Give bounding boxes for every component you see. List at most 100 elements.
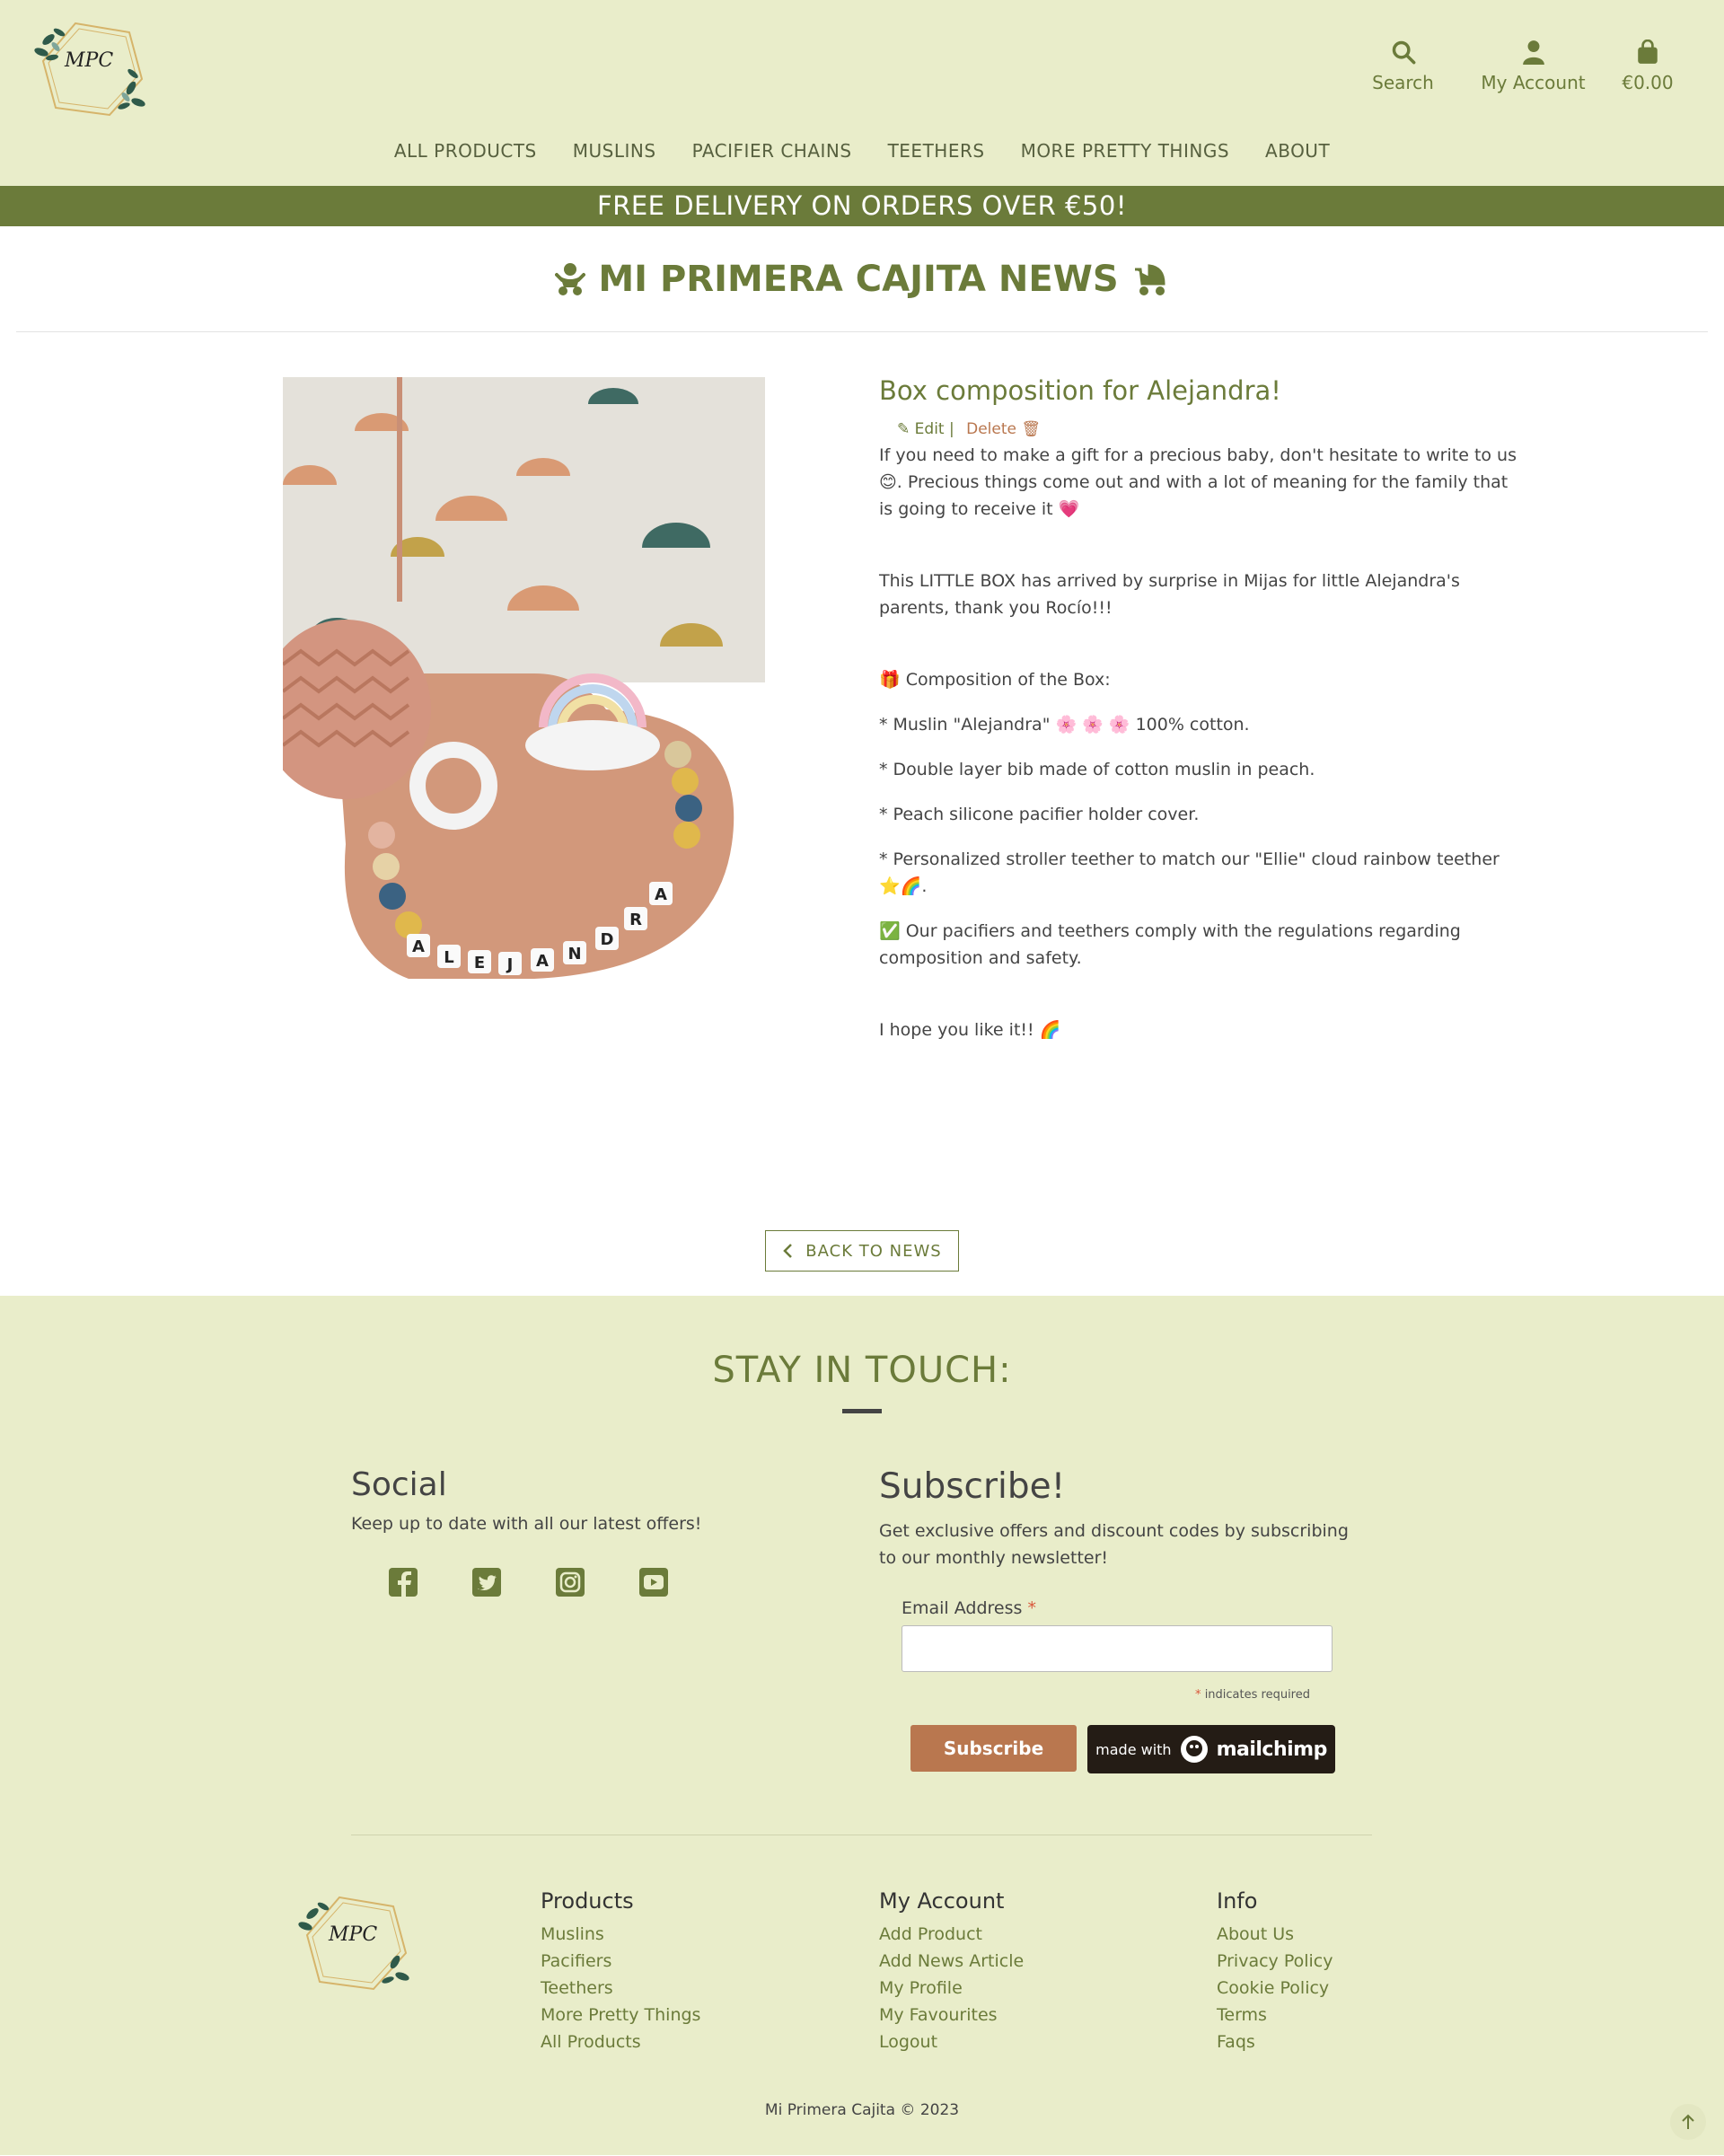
article-paragraph: * Personalized stroller teether to match… bbox=[879, 849, 1500, 896]
footer-link-add-news-article[interactable]: Add News Article bbox=[879, 1948, 1024, 1975]
cart-total: €0.00 bbox=[1622, 72, 1674, 93]
stay-in-touch-heading: STAY IN TOUCH: bbox=[712, 1350, 1012, 1391]
article-content: Box composition for Alejandra! ✎ Edit | … bbox=[879, 375, 1526, 1061]
subscribe-text: Get exclusive offers and discount codes … bbox=[879, 1521, 1349, 1568]
required-note-text: indicates required bbox=[1204, 1688, 1310, 1702]
baby-icon bbox=[555, 262, 586, 295]
nav-pacifier-chains[interactable]: PACIFIER CHAINS bbox=[692, 140, 852, 162]
footer-link-teethers[interactable]: Teethers bbox=[541, 1975, 700, 2002]
facebook-icon[interactable] bbox=[387, 1566, 419, 1598]
subscribe-title: Subscribe! bbox=[879, 1466, 1066, 1507]
required-star: * bbox=[1027, 1598, 1036, 1618]
site-header: MPC Search My Account €0.00 ALL PRODUCTS… bbox=[0, 0, 1724, 186]
footer-link-my-profile[interactable]: My Profile bbox=[879, 1975, 1024, 2002]
svg-text:L: L bbox=[444, 948, 453, 967]
delete-label: Delete bbox=[966, 420, 1016, 438]
article-paragraph: * Double layer bib made of cotton muslin… bbox=[879, 760, 1315, 779]
chevron-left-icon bbox=[783, 1244, 793, 1258]
back-to-news-label: BACK TO NEWS bbox=[805, 1241, 942, 1261]
account-button[interactable]: My Account bbox=[1468, 36, 1598, 93]
copyright: Mi Primera Cajita © 2023 bbox=[764, 2101, 960, 2119]
svg-text:J: J bbox=[506, 955, 514, 974]
email-label: Email Address * bbox=[902, 1598, 1355, 1618]
svg-text:R: R bbox=[629, 911, 642, 929]
heading-divider bbox=[842, 1409, 882, 1413]
youtube-icon[interactable] bbox=[638, 1566, 670, 1598]
footer-col-title: Products bbox=[541, 1888, 634, 1914]
mailchimp-brand: mailchimp bbox=[1216, 1738, 1328, 1761]
back-to-news-button[interactable]: BACK TO NEWS bbox=[765, 1230, 959, 1272]
arrow-up-icon bbox=[1682, 2114, 1694, 2129]
edit-link[interactable]: ✎ Edit | bbox=[897, 420, 954, 438]
account-label: My Account bbox=[1481, 72, 1586, 93]
article-admin-actions: ✎ Edit | Delete 🗑 bbox=[897, 420, 1526, 438]
nav-muslins[interactable]: MUSLINS bbox=[573, 140, 656, 162]
required-note-star: * bbox=[1195, 1688, 1201, 1702]
footer-link-my-favourites[interactable]: My Favourites bbox=[879, 2002, 1024, 2028]
footer-col-info: Info About Us Privacy Policy Cookie Poli… bbox=[1217, 1888, 1333, 2055]
email-field[interactable] bbox=[902, 1625, 1333, 1672]
main-nav: ALL PRODUCTS MUSLINS PACIFIER CHAINS TEE… bbox=[0, 140, 1724, 162]
mailchimp-logo-icon bbox=[1180, 1736, 1208, 1763]
nav-all-products[interactable]: ALL PRODUCTS bbox=[394, 140, 537, 162]
twitter-icon[interactable] bbox=[471, 1566, 503, 1598]
social-title: Social bbox=[351, 1466, 447, 1503]
nav-more-pretty-things[interactable]: MORE PRETTY THINGS bbox=[1021, 140, 1229, 162]
article-paragraph: If you need to make a gift for a preciou… bbox=[879, 445, 1517, 519]
article-paragraph: * Peach silicone pacifier holder cover. bbox=[879, 805, 1200, 824]
footer-link-muslins[interactable]: Muslins bbox=[541, 1921, 700, 1948]
footer-link-logout[interactable]: Logout bbox=[879, 2028, 1024, 2055]
shopping-bag-icon bbox=[1638, 40, 1658, 64]
footer-link-about-us[interactable]: About Us bbox=[1217, 1921, 1333, 1948]
footer-link-pacifiers[interactable]: Pacifiers bbox=[541, 1948, 700, 1975]
mailchimp-badge[interactable]: made with mailchimp bbox=[1087, 1725, 1335, 1773]
footer-col-products: Products Muslins Pacifiers Teethers More… bbox=[541, 1888, 700, 2055]
site-logo[interactable]: MPC bbox=[32, 16, 149, 124]
footer-link-more-pretty-things[interactable]: More Pretty Things bbox=[541, 2002, 700, 2028]
scroll-to-top-button[interactable] bbox=[1670, 2104, 1706, 2140]
header-actions: Search My Account €0.00 bbox=[1338, 36, 1697, 93]
nav-about[interactable]: ABOUT bbox=[1265, 140, 1330, 162]
footer-link-privacy-policy[interactable]: Privacy Policy bbox=[1217, 1948, 1333, 1975]
subscribe-actions: Subscribe made with mailchimp bbox=[910, 1725, 1355, 1773]
edit-label: Edit | bbox=[914, 420, 954, 438]
article-paragraph: ✅ Our pacifiers and teethers comply with… bbox=[879, 921, 1461, 968]
delete-link[interactable]: Delete 🗑 bbox=[966, 420, 1041, 438]
nav-teethers[interactable]: TEETHERS bbox=[888, 140, 985, 162]
svg-text:E: E bbox=[474, 954, 485, 972]
article-paragraph: I hope you like it!! 🌈 bbox=[879, 1020, 1061, 1040]
search-label: Search bbox=[1372, 72, 1434, 93]
search-button[interactable]: Search bbox=[1338, 36, 1468, 93]
svg-text:MPC: MPC bbox=[64, 49, 113, 72]
social-text: Keep up to date with all our latest offe… bbox=[351, 1514, 702, 1534]
footer-logo[interactable]: MPC bbox=[296, 1890, 413, 1998]
footer-link-all-products[interactable]: All Products bbox=[541, 2028, 700, 2055]
article-paragraph: This LITTLE BOX has arrived by surprise … bbox=[879, 571, 1460, 618]
mailchimp-prefix: made with bbox=[1095, 1740, 1172, 1758]
subscribe-section: Subscribe! Get exclusive offers and disc… bbox=[879, 1466, 1355, 1773]
article-body: If you need to make a gift for a preciou… bbox=[879, 442, 1526, 1043]
subscribe-button[interactable]: Subscribe bbox=[910, 1725, 1077, 1772]
page-title-bar: MI PRIMERA CAJITA NEWS bbox=[16, 226, 1708, 332]
site-footer: STAY IN TOUCH: Social Keep up to date wi… bbox=[0, 1296, 1724, 2155]
news-article: A L E J A N D R A Box composition for Al… bbox=[0, 332, 1724, 1296]
svg-text:N: N bbox=[567, 945, 581, 964]
footer-link-cookie-policy[interactable]: Cookie Policy bbox=[1217, 1975, 1333, 2002]
footer-link-add-product[interactable]: Add Product bbox=[879, 1921, 1024, 1948]
footer-link-terms[interactable]: Terms bbox=[1217, 2002, 1333, 2028]
footer-col-title: Info bbox=[1217, 1888, 1258, 1914]
svg-text:A: A bbox=[655, 885, 667, 904]
footer-link-faqs[interactable]: Faqs bbox=[1217, 2028, 1333, 2055]
footer-col-title: My Account bbox=[879, 1888, 1005, 1914]
svg-text:D: D bbox=[601, 930, 614, 949]
svg-text:A: A bbox=[412, 937, 425, 956]
stroller-icon bbox=[1134, 263, 1165, 295]
search-icon bbox=[1392, 40, 1415, 65]
email-label-text: Email Address bbox=[902, 1598, 1023, 1618]
svg-text:A: A bbox=[536, 952, 549, 971]
page-title: MI PRIMERA CAJITA NEWS bbox=[598, 258, 1119, 300]
instagram-icon[interactable] bbox=[554, 1566, 586, 1598]
article-title: Box composition for Alejandra! bbox=[879, 375, 1281, 406]
cart-button[interactable]: €0.00 bbox=[1598, 36, 1697, 93]
article-paragraph: 🎁 Composition of the Box: bbox=[879, 670, 1111, 690]
